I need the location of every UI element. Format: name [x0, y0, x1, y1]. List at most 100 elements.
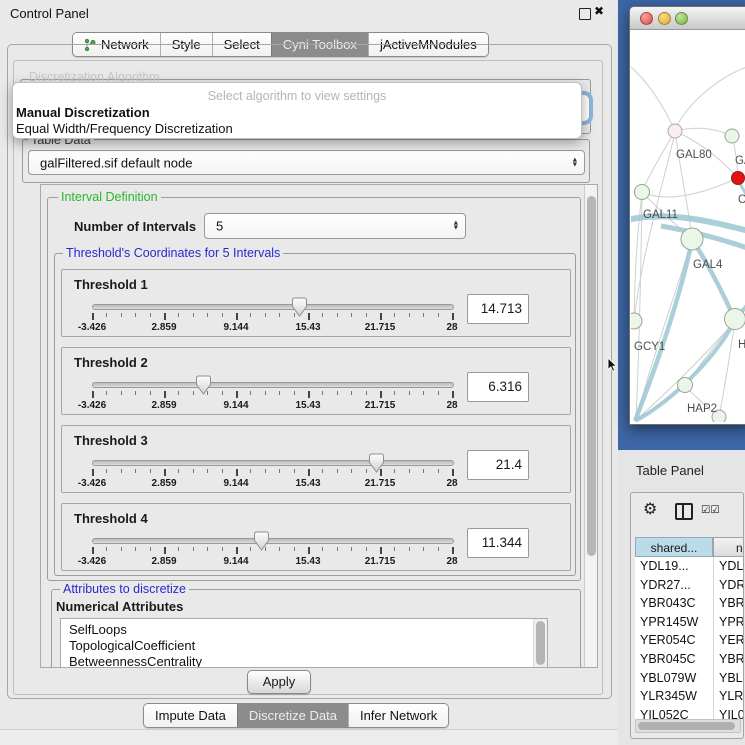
table-cell-name[interactable]: YER0 [713, 631, 744, 650]
threshold-value-field[interactable]: 14.713 [467, 294, 529, 324]
table-cell-shared-name[interactable]: YPR145W [635, 613, 713, 632]
network-node[interactable] [678, 378, 693, 393]
table-cell-name[interactable]: YDL1 [713, 557, 744, 576]
table-cell-name[interactable]: YDR2 [713, 576, 744, 595]
table-cell-shared-name[interactable]: YBL079W [635, 669, 713, 688]
slider-tick-label: 2.859 [140, 556, 188, 567]
traffic-light-yellow[interactable] [658, 12, 671, 25]
slider-track[interactable] [92, 304, 454, 310]
number-of-intervals-combo[interactable]: 5 ▲▼ [204, 213, 466, 239]
attribute-item-selfloops[interactable]: SelfLoops [69, 622, 127, 637]
popup-item-equal-width-frequency[interactable]: Equal Width/Frequency Discretization [16, 121, 233, 136]
network-view-window[interactable]: GAL80GACGAL11GAL4GCY1HHAP2 [629, 6, 745, 425]
column-header-shared-name[interactable]: shared... [635, 537, 713, 557]
slider-track[interactable] [92, 382, 454, 388]
slider-tick [279, 469, 280, 473]
attributes-scrollbar[interactable] [533, 619, 547, 668]
attribute-item-betweennesscentrality[interactable]: BetweennessCentrality [69, 654, 202, 668]
select-columns-icon[interactable]: ☑☑ [701, 504, 720, 516]
threshold-label: Threshold 1 [74, 277, 148, 292]
popup-item-manual-discretization[interactable]: Manual Discretization [16, 105, 150, 120]
slider-tick [135, 547, 136, 551]
table-cell-shared-name[interactable]: YER054C [635, 631, 713, 650]
slider-tick-label: -3.426 [68, 322, 116, 333]
table-cell-shared-name[interactable]: YDR27... [635, 576, 713, 595]
network-node[interactable] [725, 129, 739, 143]
table-cell-name[interactable]: YBL0 [713, 669, 744, 688]
network-node[interactable] [635, 185, 650, 200]
table-data-combo[interactable]: galFiltered.sif default node ▲▼ [28, 150, 585, 175]
network-node-label: GAL80 [676, 149, 712, 161]
slider-tick [236, 391, 238, 398]
settings-scrollbar-thumb[interactable] [587, 196, 596, 556]
table-cell-name[interactable]: YIL0 [713, 706, 744, 719]
network-node[interactable] [681, 228, 703, 250]
slider-tick-label: 15.43 [284, 400, 332, 411]
close-icon[interactable]: ✖ [594, 4, 604, 18]
slider-tick [279, 313, 280, 317]
table-panel-title: Table Panel [636, 463, 704, 478]
network-canvas[interactable]: GAL80GACGAL11GAL4GCY1HHAP2 [631, 30, 745, 422]
network-node[interactable] [668, 124, 682, 138]
table-cell-shared-name[interactable]: YBR045C [635, 650, 713, 669]
threshold-value-field[interactable]: 21.4 [467, 450, 529, 480]
table-cell-shared-name[interactable]: YIL052C [635, 706, 713, 719]
slider-tick [337, 313, 338, 317]
slider-tick-label: 15.43 [284, 556, 332, 567]
threshold-panel: Threshold 4 -3.4262.8599.14415.4321.7152… [61, 503, 571, 571]
slider-thumb[interactable] [292, 297, 307, 317]
table-cell-name[interactable]: YBR0 [713, 650, 744, 669]
table-scrollbar-thumb[interactable] [638, 722, 735, 730]
network-edge [636, 321, 735, 420]
slider-tick [250, 391, 251, 395]
slider-tick [366, 313, 367, 317]
slider-tick [322, 547, 323, 551]
table-cell-shared-name[interactable]: YLR345W [635, 687, 713, 706]
table-cell-shared-name[interactable]: YDL19... [635, 557, 713, 576]
network-node[interactable] [732, 172, 745, 185]
threshold-label: Threshold 2 [74, 355, 148, 370]
network-node[interactable] [631, 313, 642, 329]
threshold-value-field[interactable]: 11.344 [467, 528, 529, 558]
settings-gear-icon[interactable]: ⚙ [643, 499, 657, 518]
column-split-icon[interactable] [675, 503, 693, 520]
slider-tick [423, 391, 424, 395]
float-window-icon[interactable] [579, 8, 591, 20]
table-cell-name[interactable]: YBR0 [713, 594, 744, 613]
table-horizontal-scrollbar[interactable] [635, 719, 741, 733]
tab-discretize-data[interactable]: Discretize Data [237, 704, 348, 727]
slider-tick [178, 469, 179, 473]
table-cell-name[interactable]: YLR3 [713, 687, 744, 706]
slider-tick [164, 391, 166, 398]
settings-vertical-scrollbar[interactable] [584, 185, 598, 667]
slider-tick [250, 469, 251, 473]
bottom-tab-bar: Impute DataDiscretize DataInfer Network [143, 703, 449, 728]
traffic-light-red[interactable] [640, 12, 653, 25]
network-window-titlebar[interactable] [630, 7, 745, 30]
table-cell-name[interactable]: YPR1 [713, 613, 744, 632]
table-cell-shared-name[interactable]: YBR043C [635, 594, 713, 613]
network-node[interactable] [725, 309, 745, 330]
slider-tick-label: 21.715 [356, 400, 404, 411]
slider-tick-label: 9.144 [212, 322, 260, 333]
tab-infer-network[interactable]: Infer Network [348, 704, 448, 727]
slider-track[interactable] [92, 538, 454, 544]
attributes-list[interactable]: SelfLoopsTopologicalCoefficientBetweenne… [60, 618, 548, 668]
threshold-value-field[interactable]: 6.316 [467, 372, 529, 402]
slider-tick [265, 391, 266, 395]
network-edge-thick [635, 241, 692, 421]
slider-tick [351, 469, 352, 473]
traffic-light-green[interactable] [675, 12, 688, 25]
slider-tick [366, 547, 367, 551]
slider-tick [366, 391, 367, 395]
tab-impute-data[interactable]: Impute Data [144, 704, 237, 727]
apply-button[interactable]: Apply [247, 670, 311, 694]
attribute-item-topologicalcoefficient[interactable]: TopologicalCoefficient [69, 638, 195, 653]
slider-thumb[interactable] [254, 531, 269, 551]
slider-track[interactable] [92, 460, 454, 466]
attributes-scrollbar-thumb[interactable] [536, 621, 545, 665]
network-graph: GAL80GACGAL11GAL4GCY1HHAP2 [631, 30, 745, 422]
column-header-name[interactable]: na [713, 537, 744, 557]
slider-thumb[interactable] [196, 375, 211, 395]
slider-thumb[interactable] [369, 453, 384, 473]
